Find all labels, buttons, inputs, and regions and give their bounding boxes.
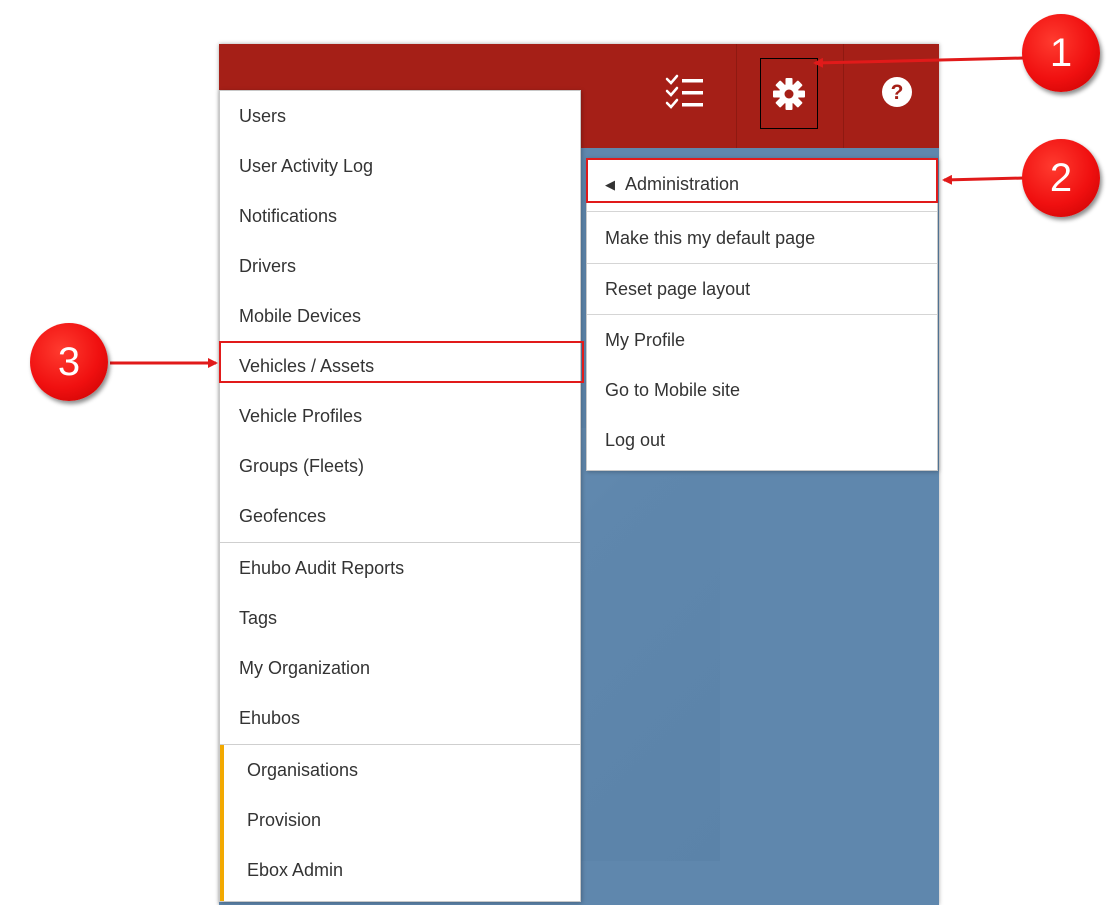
callout-2: 2: [1022, 139, 1100, 217]
callout-3: 3: [30, 323, 108, 401]
annotation-arrows: [110, 56, 1025, 368]
callout-1: 1: [1022, 14, 1100, 92]
